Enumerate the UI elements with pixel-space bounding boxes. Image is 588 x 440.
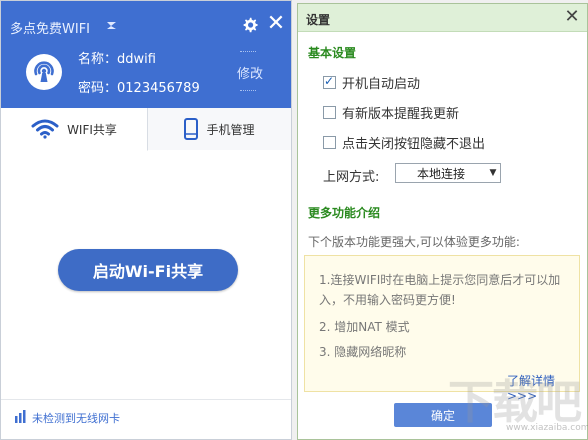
more-features-description: 下个版本功能更强大,可以体验更多功能: <box>308 235 520 249</box>
settings-title: 设置 <box>306 13 331 27</box>
app-title: 多点免费WIFI <box>10 22 90 37</box>
ssid-row: 名称：ddwifi <box>78 48 156 67</box>
feature-item: 3. 隐藏网络昵称 <box>319 345 407 359</box>
basic-settings-title: 基本设置 <box>308 46 357 60</box>
phone-icon <box>184 118 199 140</box>
hide-on-close-checkbox[interactable]: 点击关闭按钮隐藏不退出 <box>323 133 485 152</box>
checkbox-unchecked[interactable] <box>323 106 336 119</box>
autostart-checkbox[interactable]: 开机自动启动 <box>323 73 420 92</box>
password-value: 0123456789 <box>117 81 200 96</box>
edit-button[interactable]: 修改 <box>237 63 263 82</box>
app-logo-icon <box>107 22 116 29</box>
autostart-label: 开机自动启动 <box>342 77 421 92</box>
settings-titlebar: 设置 ✕ <box>298 4 587 32</box>
status-bar: 未检测到无线网卡 <box>1 399 291 439</box>
start-wifi-share-button[interactable]: 启动Wi-Fi共享 <box>58 249 238 291</box>
status-text: 未检测到无线网卡 <box>32 412 120 425</box>
watermark-url: www.xiazaiba.com <box>506 423 588 433</box>
checkbox-checked[interactable] <box>323 74 336 89</box>
tab-phone-manage-label: 手机管理 <box>206 122 255 137</box>
update-reminder-checkbox[interactable]: 有新版本提醒我更新 <box>323 103 459 122</box>
update-reminder-label: 有新版本提醒我更新 <box>342 107 460 122</box>
chevron-down-icon: ▼ <box>489 168 497 178</box>
tab-wifi-share-label: WIFI共享 <box>67 122 117 137</box>
close-icon[interactable]: ✕ <box>562 7 582 27</box>
connection-method-label: 上网方式: <box>323 170 380 185</box>
tab-phone-manage[interactable]: 手机管理 <box>148 108 291 150</box>
wifi-app-window: 多点免费WIFI ✕ 名称：ddwifi 密码：0123456789 修改 WI… <box>0 0 292 440</box>
ssid-value: ddwifi <box>117 52 156 67</box>
hide-on-close-label: 点击关闭按钮隐藏不退出 <box>342 137 486 152</box>
hotspot-icon <box>26 54 62 90</box>
ssid-label: 名称： <box>78 52 118 67</box>
wifi-app-header: 多点免费WIFI ✕ 名称：ddwifi 密码：0123456789 修改 <box>1 1 291 108</box>
signal-bars-icon <box>15 410 26 423</box>
password-label: 密码： <box>78 81 118 96</box>
gear-icon[interactable] <box>242 17 258 33</box>
tab-bar: WIFI共享 手机管理 <box>1 108 291 151</box>
password-row: 密码：0123456789 <box>78 77 200 96</box>
close-icon[interactable]: ✕ <box>265 13 287 35</box>
checkbox-unchecked[interactable] <box>323 136 336 149</box>
more-features-title: 更多功能介绍 <box>308 206 381 220</box>
feature-item: 2. 增加NAT 模式 <box>319 320 410 334</box>
connection-method-select[interactable]: 本地连接 ▼ <box>395 163 501 183</box>
wifi-icon <box>31 119 59 139</box>
tab-wifi-share[interactable]: WIFI共享 <box>1 108 148 151</box>
feature-item: 1.连接WIFI时在电脑上提示您同意后才可以加入，不用输入密码更方便! <box>319 273 561 307</box>
connection-method-value: 本地连接 <box>416 166 465 181</box>
